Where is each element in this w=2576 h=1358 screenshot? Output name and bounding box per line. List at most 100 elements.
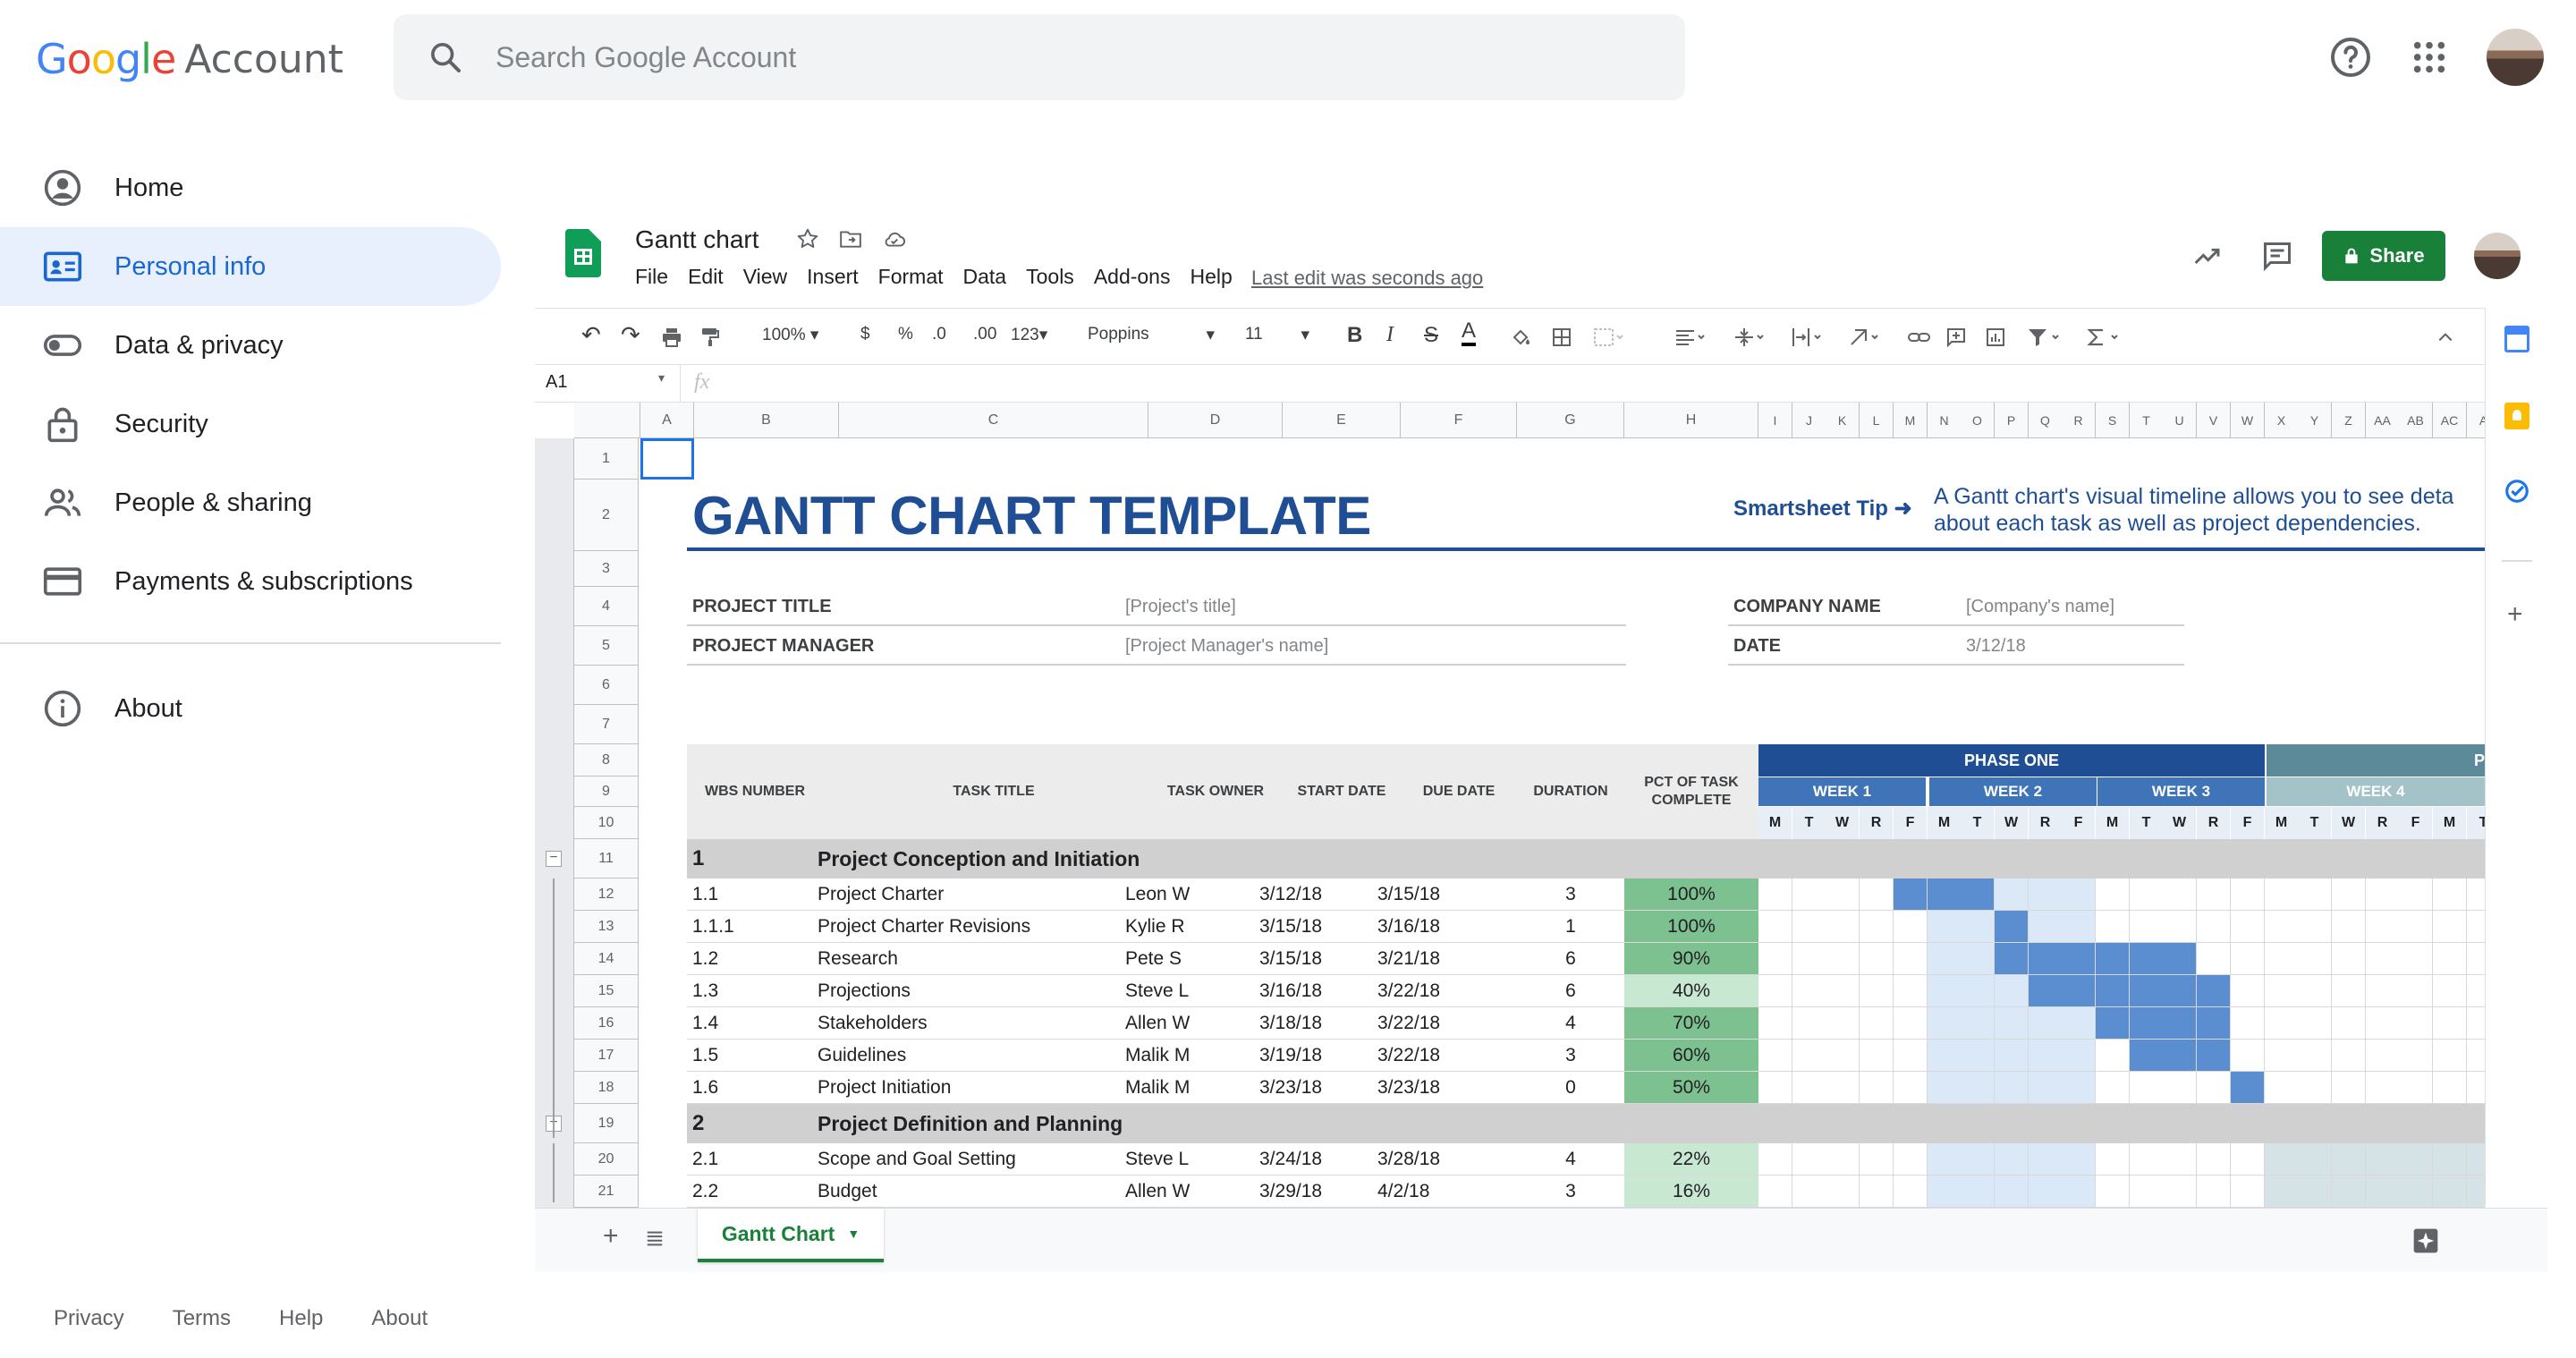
gantt-day-cell[interactable]: [2029, 878, 2063, 911]
task-owner[interactable]: Steve L: [1125, 975, 1189, 1007]
filter-icon[interactable]: [2023, 327, 2064, 348]
functions-icon[interactable]: [2082, 327, 2123, 348]
undo-icon[interactable]: ↶: [581, 321, 601, 349]
project-title-value[interactable]: [Project's title]: [1125, 587, 1236, 626]
sidebar-item-about[interactable]: About: [0, 669, 501, 748]
gantt-day-cell[interactable]: [2298, 1007, 2332, 1040]
gantt-day-cell[interactable]: [2231, 1143, 2265, 1176]
gantt-day-cell[interactable]: [1860, 1007, 1894, 1040]
row-header[interactable]: 18: [574, 1072, 639, 1104]
gantt-day-cell[interactable]: [1995, 911, 2029, 943]
gantt-day-cell[interactable]: [2332, 878, 2366, 911]
menu-view[interactable]: View: [743, 265, 787, 289]
gantt-day-cell[interactable]: [2163, 1176, 2197, 1208]
column-header[interactable]: G: [1517, 403, 1624, 438]
gantt-day-cell[interactable]: [1860, 911, 1894, 943]
gantt-day-cell[interactable]: [2467, 1040, 2485, 1072]
task-owner[interactable]: Pete S: [1125, 943, 1182, 975]
gantt-day-cell[interactable]: [1995, 878, 2029, 911]
task-pct-complete[interactable]: 70%: [1624, 1007, 1758, 1039]
column-header[interactable]: J: [1792, 403, 1826, 438]
column-header[interactable]: X: [2265, 403, 2299, 438]
sidebar-item-data-privacy[interactable]: Data & privacy: [0, 306, 501, 385]
gantt-day-cell[interactable]: [2130, 911, 2164, 943]
bold-icon[interactable]: B: [1347, 323, 1362, 348]
task-due-date[interactable]: 3/22/18: [1377, 1007, 1440, 1040]
share-button[interactable]: Share: [2322, 231, 2445, 281]
gantt-day-cell[interactable]: [2029, 1007, 2063, 1040]
sheet-tab-dropdown-icon[interactable]: ▼: [847, 1226, 860, 1241]
column-header[interactable]: B: [694, 403, 839, 438]
gantt-day-cell[interactable]: [2029, 911, 2063, 943]
gantt-day-cell[interactable]: [2029, 975, 2063, 1007]
gantt-day-cell[interactable]: [2433, 911, 2467, 943]
text-wrap-icon[interactable]: [1787, 327, 1826, 348]
gantt-day-cell[interactable]: [2096, 1143, 2130, 1176]
gantt-day-cell[interactable]: [1995, 1007, 2029, 1040]
row-header[interactable]: 12: [574, 878, 639, 911]
task-pct-complete[interactable]: 50%: [1624, 1072, 1758, 1103]
paint-format-icon[interactable]: [699, 327, 721, 348]
gantt-day-cell[interactable]: [1961, 1007, 1995, 1040]
gantt-day-cell[interactable]: [1792, 1007, 1826, 1040]
gantt-day-cell[interactable]: [2197, 1040, 2231, 1072]
column-header[interactable]: E: [1283, 403, 1401, 438]
column-header[interactable]: S: [2096, 403, 2130, 438]
task-wbs[interactable]: 2.2: [692, 1176, 718, 1208]
gantt-day-cell[interactable]: [1928, 1072, 1962, 1104]
all-sheets-icon[interactable]: [644, 1228, 665, 1248]
column-header[interactable]: I: [1758, 403, 1792, 438]
gantt-day-cell[interactable]: [2399, 911, 2433, 943]
gantt-day-cell[interactable]: [2467, 1176, 2485, 1208]
column-header[interactable]: O: [1961, 403, 1995, 438]
collapse-group-icon[interactable]: −: [546, 851, 562, 867]
search-box[interactable]: [394, 14, 1685, 100]
task-due-date[interactable]: 3/28/18: [1377, 1143, 1440, 1176]
gantt-day-cell[interactable]: [1961, 878, 1995, 911]
gantt-day-cell[interactable]: [2231, 1040, 2265, 1072]
gantt-day-cell[interactable]: [2029, 1176, 2063, 1208]
footer-privacy-link[interactable]: Privacy: [54, 1306, 124, 1331]
gantt-day-cell[interactable]: [2265, 1176, 2299, 1208]
task-due-date[interactable]: 3/16/18: [1377, 911, 1440, 943]
row-header[interactable]: 21: [574, 1176, 639, 1208]
keep-icon[interactable]: [2504, 403, 2529, 429]
task-duration[interactable]: 3: [1517, 1176, 1624, 1208]
task-owner[interactable]: Allen W: [1125, 1007, 1190, 1040]
gantt-day-cell[interactable]: [2298, 943, 2332, 975]
task-wbs[interactable]: 1.5: [692, 1040, 718, 1072]
gantt-day-cell[interactable]: [2231, 1176, 2265, 1208]
gantt-day-cell[interactable]: [1894, 1072, 1928, 1104]
gantt-day-cell[interactable]: [2029, 1072, 2063, 1104]
column-header[interactable]: AA: [2366, 403, 2400, 438]
menu-data[interactable]: Data: [963, 265, 1007, 289]
decrease-decimal-button[interactable]: .0: [932, 325, 946, 344]
task-pct-complete[interactable]: 90%: [1624, 943, 1758, 974]
row-header[interactable]: 11: [574, 839, 639, 878]
gantt-day-cell[interactable]: [1792, 1072, 1826, 1104]
column-header[interactable]: V: [2197, 403, 2231, 438]
column-header[interactable]: Z: [2332, 403, 2366, 438]
task-due-date[interactable]: 3/22/18: [1377, 1040, 1440, 1072]
add-addon-icon[interactable]: +: [2507, 599, 2523, 630]
gantt-day-cell[interactable]: [1826, 1040, 1860, 1072]
tasks-icon[interactable]: [2504, 478, 2530, 505]
row-header[interactable]: 8: [574, 744, 639, 777]
row-header[interactable]: 19: [574, 1104, 639, 1143]
sheet-grid[interactable]: A B C D E F G H I J K L M N O P Q R S T U V W X Y Z AA AB AC A 1 2 3 4 5 6 7…: [535, 403, 2485, 1208]
gantt-day-cell[interactable]: [1894, 1143, 1928, 1176]
sidebar-item-people-sharing[interactable]: People & sharing: [0, 463, 501, 542]
task-pct-complete[interactable]: 22%: [1624, 1143, 1758, 1175]
gantt-day-cell[interactable]: [2096, 878, 2130, 911]
task-duration[interactable]: 3: [1517, 878, 1624, 911]
task-title[interactable]: Research: [818, 943, 898, 975]
gantt-day-cell[interactable]: [1826, 943, 1860, 975]
gantt-day-cell[interactable]: [2163, 975, 2197, 1007]
gantt-day-cell[interactable]: [2231, 975, 2265, 1007]
gantt-day-cell[interactable]: [1894, 911, 1928, 943]
gantt-day-cell[interactable]: [2399, 1143, 2433, 1176]
gantt-day-cell[interactable]: [2163, 1072, 2197, 1104]
collapse-toolbar-icon[interactable]: [2435, 328, 2456, 346]
gantt-day-cell[interactable]: [2163, 1007, 2197, 1040]
gantt-day-cell[interactable]: [2433, 1040, 2467, 1072]
